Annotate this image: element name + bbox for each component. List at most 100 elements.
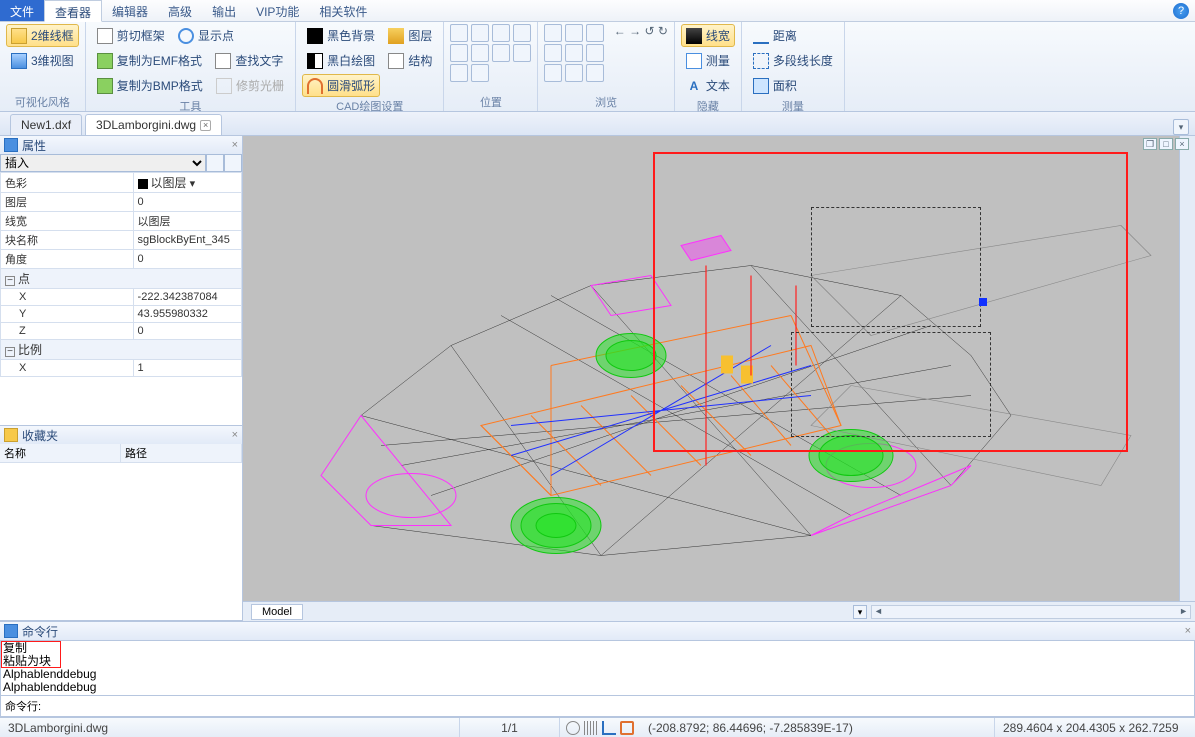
selection-grip[interactable] xyxy=(979,298,987,306)
fav-col-name[interactable]: 名称 xyxy=(0,444,121,462)
property-grid[interactable]: 色彩以图层 ▾ 图层0 线宽以图层 块名称sgBlockByEnt_345 角度… xyxy=(0,172,242,425)
scissors-icon xyxy=(97,28,113,44)
pos-icon-10[interactable] xyxy=(471,64,489,82)
browse-row1: ← → ↺ ↻ xyxy=(544,24,667,42)
pos-icon-7[interactable] xyxy=(492,44,510,62)
fav-col-path[interactable]: 路径 xyxy=(121,444,242,462)
btn-copy-bmp[interactable]: 复制为BMP格式 xyxy=(92,74,208,97)
pos-icon-5[interactable] xyxy=(450,44,468,62)
zoom-win-icon[interactable] xyxy=(565,44,583,62)
btn-bw-draw[interactable]: 黑白绘图 xyxy=(302,49,380,72)
distance-icon xyxy=(753,28,769,44)
view-icon[interactable] xyxy=(565,64,583,82)
ortho-icon[interactable] xyxy=(602,721,616,735)
btn-smooth-arc[interactable]: 圆滑弧形 xyxy=(302,74,380,97)
pos-icon-8[interactable] xyxy=(513,44,531,62)
osnap-icon[interactable] xyxy=(620,721,634,735)
fit-icon[interactable] xyxy=(544,44,562,62)
fav-list[interactable] xyxy=(0,463,242,620)
zoom-in-icon[interactable] xyxy=(544,24,562,42)
cmd-line: 复制 xyxy=(3,642,1192,655)
search-text-icon xyxy=(215,53,231,69)
restore-icon[interactable]: ❐ xyxy=(1143,138,1157,150)
close-props-icon[interactable]: × xyxy=(232,139,238,151)
color-swatch xyxy=(138,179,148,189)
status-file: 3DLamborgini.dwg xyxy=(0,718,460,737)
bw-icon xyxy=(307,53,323,69)
pos-icon-2[interactable] xyxy=(471,24,489,42)
model-tab[interactable]: Model xyxy=(251,604,303,620)
filter-icon[interactable] xyxy=(206,154,224,172)
target-icon xyxy=(178,28,194,44)
eyedrop-icon[interactable] xyxy=(224,154,242,172)
refresh-icon[interactable] xyxy=(586,64,604,82)
orbit-icon[interactable] xyxy=(544,64,562,82)
menu-file[interactable]: 文件 xyxy=(0,0,44,21)
favorites-panel: 收藏夹× 名称路径 xyxy=(0,426,242,621)
btn-copy-emf[interactable]: 复制为EMF格式 xyxy=(92,49,207,72)
pos-icon-9[interactable] xyxy=(450,64,468,82)
close-canvas-icon[interactable]: × xyxy=(1175,138,1189,150)
zoom-out-icon[interactable] xyxy=(565,24,583,42)
layout-dropdown-icon[interactable]: ▾ xyxy=(853,605,867,619)
position-icons-row1 xyxy=(450,24,531,42)
help-icon[interactable]: ? xyxy=(1173,3,1189,19)
btn-2d-wireframe[interactable]: 2维线框 xyxy=(6,24,79,47)
btn-layers[interactable]: 图层 xyxy=(383,24,437,47)
maximize-icon[interactable]: □ xyxy=(1159,138,1173,150)
btn-3d-view[interactable]: 3维视图 xyxy=(6,49,79,72)
btn-black-bg[interactable]: 黑色背景 xyxy=(302,24,380,47)
close-cmd-icon[interactable]: × xyxy=(1185,625,1191,637)
tabs-dropdown-icon[interactable]: ▾ xyxy=(1173,119,1189,135)
pos-icon-3[interactable] xyxy=(492,24,510,42)
command-log[interactable]: 复制 粘贴为块 Alphablenddebug Alphablenddebug xyxy=(0,640,1195,696)
emf-icon xyxy=(97,53,113,69)
menu-output[interactable]: 输出 xyxy=(202,0,246,21)
object-type-select[interactable]: 插入 xyxy=(0,154,206,172)
command-input[interactable] xyxy=(45,696,1194,716)
menu-vip[interactable]: VIP功能 xyxy=(246,0,309,21)
btn-find-text[interactable]: 查找文字 xyxy=(210,49,288,72)
menu-viewer[interactable]: 查看器 xyxy=(44,0,102,22)
btn-area[interactable]: 面积 xyxy=(748,74,838,97)
position-icons-row2 xyxy=(450,44,531,62)
collapse-point-icon[interactable]: − xyxy=(5,276,15,286)
doctab-new1[interactable]: New1.dxf xyxy=(10,114,82,135)
properties-header: 属性× xyxy=(0,136,242,154)
viewport[interactable] xyxy=(251,152,1171,599)
cmd-line: Alphablenddebug xyxy=(3,681,1192,694)
grid-icon[interactable] xyxy=(584,721,598,735)
doctab-3dlambo[interactable]: 3DLamborgini.dwg× xyxy=(85,114,222,135)
close-tab-icon[interactable]: × xyxy=(200,120,211,131)
btn-structure[interactable]: 结构 xyxy=(383,49,437,72)
collapse-scale-icon[interactable]: − xyxy=(5,347,15,357)
menu-related[interactable]: 相关软件 xyxy=(309,0,377,21)
close-fav-icon[interactable]: × xyxy=(232,429,238,441)
btn-cut-frame[interactable]: 剪切框架 xyxy=(92,24,170,47)
vertical-scrollbar[interactable] xyxy=(1179,136,1195,601)
btn-measure-hide[interactable]: 测量 xyxy=(681,49,735,72)
btn-polyline-len[interactable]: 多段线长度 xyxy=(748,49,838,72)
horizontal-scrollbar[interactable] xyxy=(871,605,1191,619)
pos-icon-1[interactable] xyxy=(450,24,468,42)
menu-advanced[interactable]: 高级 xyxy=(158,0,202,21)
btn-show-points[interactable]: 显示点 xyxy=(173,24,239,47)
pan-icon[interactable] xyxy=(586,24,604,42)
lineweight-icon xyxy=(686,28,702,44)
model-tab-bar: Model ▾ xyxy=(243,601,1195,621)
btn-trim-raster[interactable]: 修剪光栅 xyxy=(211,74,289,97)
browse-row2 xyxy=(544,44,667,62)
text-icon: A xyxy=(686,78,702,94)
btn-text-hide[interactable]: A文本 xyxy=(681,74,735,97)
bmp-icon xyxy=(97,78,113,94)
zoom-ext-icon[interactable] xyxy=(586,44,604,62)
pos-icon-4[interactable] xyxy=(513,24,531,42)
browse-row3 xyxy=(544,64,667,82)
cmd-line: Alphablenddebug xyxy=(3,668,1192,681)
btn-lineweight[interactable]: 线宽 xyxy=(681,24,735,47)
main-area: 属性× 插入 色彩以图层 ▾ 图层0 线宽以图层 块名称sgBlockByEnt… xyxy=(0,136,1195,621)
pos-icon-6[interactable] xyxy=(471,44,489,62)
btn-distance[interactable]: 距离 xyxy=(748,24,838,47)
snap-icon[interactable] xyxy=(566,721,580,735)
menu-editor[interactable]: 编辑器 xyxy=(102,0,158,21)
